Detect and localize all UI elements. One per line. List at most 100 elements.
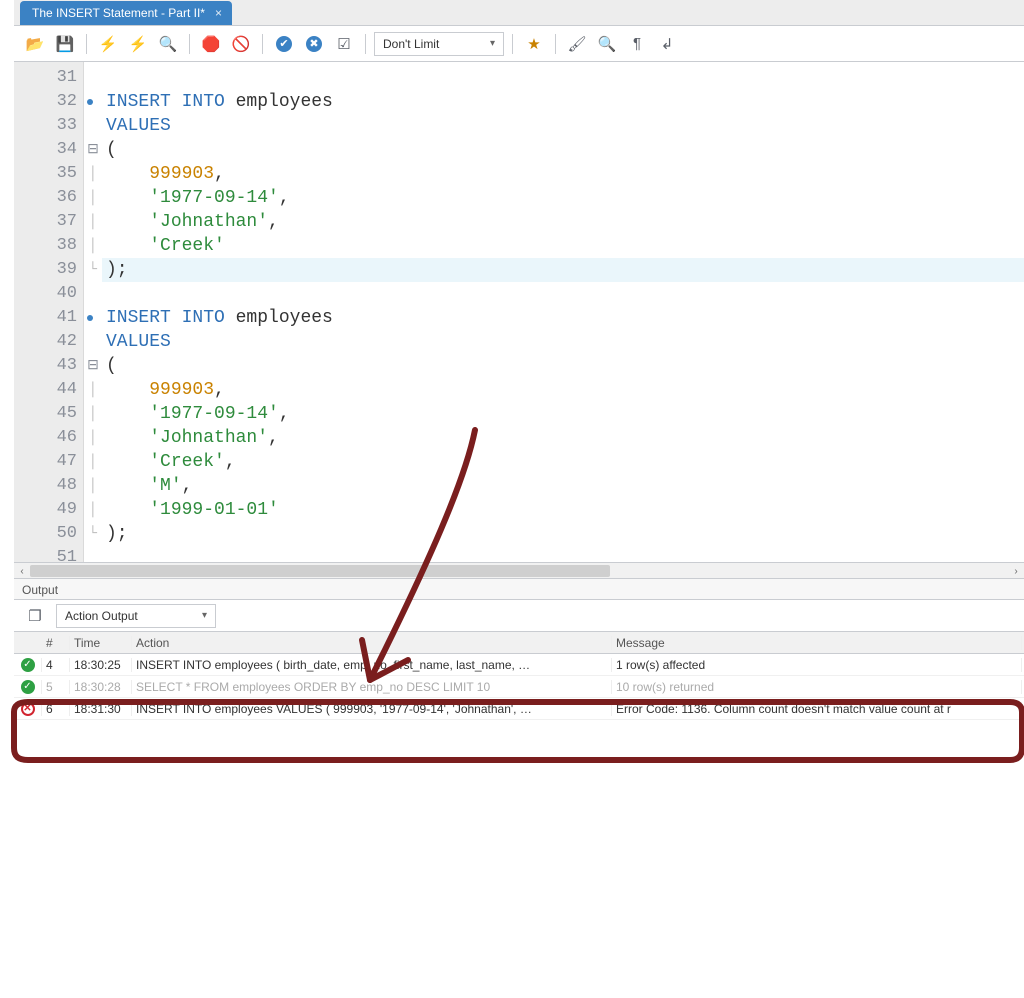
explain-icon[interactable]: 🔍 [155, 31, 181, 57]
chevron-down-icon: ▾ [490, 38, 495, 49]
output-row[interactable]: ✕618:31:30INSERT INTO employees VALUES (… [14, 698, 1024, 720]
scroll-thumb[interactable] [30, 565, 610, 577]
sql-editor[interactable]: 3132333435363738394041424344454647484950… [14, 62, 1024, 562]
code-line[interactable]: '1977-09-14', [102, 186, 1024, 210]
line-number: 32 [14, 90, 83, 114]
scroll-left-icon[interactable]: ‹ [14, 563, 30, 579]
code-line[interactable]: INSERT INTO employees [102, 306, 1024, 330]
fold-guide [84, 210, 102, 234]
action-output-grid: # Time Action Message ✓418:30:25INSERT I… [14, 632, 1024, 720]
cell-action: INSERT INTO employees VALUES ( 999903, '… [132, 702, 612, 716]
autocommit-icon[interactable]: ☑ [331, 31, 357, 57]
fold-guide [84, 162, 102, 186]
code-line[interactable]: '1999-01-01' [102, 498, 1024, 522]
output-type-label: Action Output [65, 609, 138, 623]
scroll-right-icon[interactable]: › [1008, 563, 1024, 579]
cell-message: 1 row(s) affected [612, 658, 1022, 672]
code-line[interactable]: ); [102, 522, 1024, 546]
beautify-icon[interactable]: ★ [521, 31, 547, 57]
line-number: 46 [14, 426, 83, 450]
separator [189, 34, 190, 54]
line-number: 41 [14, 306, 83, 330]
save-icon[interactable]: 💾 [52, 31, 78, 57]
code-line[interactable]: INSERT INTO employees [102, 90, 1024, 114]
line-number: 49 [14, 498, 83, 522]
fold-guide [84, 402, 102, 426]
line-number: 43 [14, 354, 83, 378]
cell-message: Error Code: 1136. Column count doesn't m… [612, 702, 1022, 716]
status-ok-icon: ✓ [14, 658, 42, 672]
rollback-icon[interactable]: ✖ [301, 31, 327, 57]
fold-toggle-icon[interactable] [84, 354, 102, 378]
chevron-down-icon: ▾ [202, 610, 207, 621]
line-number: 42 [14, 330, 83, 354]
open-file-icon[interactable]: 📂 [22, 31, 48, 57]
line-number: 44 [14, 378, 83, 402]
search-icon[interactable]: 🔍 [594, 31, 620, 57]
fold-column [84, 62, 102, 562]
fold-toggle-icon[interactable] [84, 138, 102, 162]
col-num: # [42, 636, 70, 650]
cell-time: 18:30:25 [70, 658, 132, 672]
output-row[interactable]: ✓518:30:28SELECT * FROM employees ORDER … [14, 676, 1024, 698]
code-line[interactable] [102, 282, 1024, 306]
separator [365, 34, 366, 54]
col-time: Time [70, 636, 132, 650]
line-number: 40 [14, 282, 83, 306]
cell-action: INSERT INTO employees ( birth_date, emp_… [132, 658, 612, 672]
code-line[interactable]: 'Johnathan', [102, 210, 1024, 234]
status-ok-icon: ✓ [14, 680, 42, 694]
pilcrow-icon[interactable]: ¶ [624, 31, 650, 57]
output-type-select[interactable]: Action Output ▾ [56, 604, 216, 628]
stop-all-icon[interactable]: 🚫 [228, 31, 254, 57]
row-limit-select[interactable]: Don't Limit ▾ [374, 32, 504, 56]
line-number: 48 [14, 474, 83, 498]
code-line[interactable]: 999903, [102, 378, 1024, 402]
line-number: 38 [14, 234, 83, 258]
execute-icon[interactable]: ⚡ [95, 31, 121, 57]
line-number: 36 [14, 186, 83, 210]
code-line[interactable]: 999903, [102, 162, 1024, 186]
separator [86, 34, 87, 54]
tab-active[interactable]: The INSERT Statement - Part II* × [20, 1, 232, 25]
line-number: 34 [14, 138, 83, 162]
status-error-icon: ✕ [14, 702, 42, 716]
code-area[interactable]: INSERT INTO employeesVALUES( 999903, '19… [102, 62, 1024, 562]
line-number: 47 [14, 450, 83, 474]
cell-time: 18:30:28 [70, 680, 132, 694]
code-line[interactable]: VALUES [102, 114, 1024, 138]
code-line[interactable]: ( [102, 138, 1024, 162]
commit-icon[interactable]: ✔ [271, 31, 297, 57]
line-number: 31 [14, 66, 83, 90]
code-line[interactable]: VALUES [102, 330, 1024, 354]
code-line[interactable]: 'Creek', [102, 450, 1024, 474]
sql-toolbar: 📂 💾 ⚡ ⚡ 🔍 🛑 🚫 ✔ ✖ ☑ Don't Limit ▾ ★ 🖌 🔍 … [14, 26, 1024, 62]
code-line[interactable]: '1977-09-14', [102, 402, 1024, 426]
cell-num: 6 [42, 702, 70, 716]
line-number: 35 [14, 162, 83, 186]
wrap-icon[interactable]: ↲ [654, 31, 680, 57]
code-line[interactable]: 'Johnathan', [102, 426, 1024, 450]
execute-current-icon[interactable]: ⚡ [125, 31, 151, 57]
output-stack-icon[interactable]: ❐ [22, 603, 48, 629]
cell-num: 4 [42, 658, 70, 672]
output-row[interactable]: ✓418:30:25INSERT INTO employees ( birth_… [14, 654, 1024, 676]
stop-icon[interactable]: 🛑 [198, 31, 224, 57]
line-number: 50 [14, 522, 83, 546]
code-line[interactable]: ( [102, 354, 1024, 378]
cell-time: 18:31:30 [70, 702, 132, 716]
brush-icon[interactable]: 🖌 [564, 31, 590, 57]
code-line[interactable] [102, 66, 1024, 90]
output-toolbar: ❐ Action Output ▾ [14, 600, 1024, 632]
fold-guide [84, 186, 102, 210]
code-line[interactable]: ); [102, 258, 1024, 282]
close-icon[interactable]: × [215, 6, 222, 20]
code-line[interactable]: 'Creek' [102, 234, 1024, 258]
code-line[interactable]: 'M', [102, 474, 1024, 498]
line-number: 37 [14, 210, 83, 234]
fold-guide [84, 450, 102, 474]
line-number: 39 [14, 258, 83, 282]
separator [512, 34, 513, 54]
fold-guide [84, 258, 102, 282]
editor-horizontal-scrollbar[interactable]: ‹ › [14, 562, 1024, 578]
